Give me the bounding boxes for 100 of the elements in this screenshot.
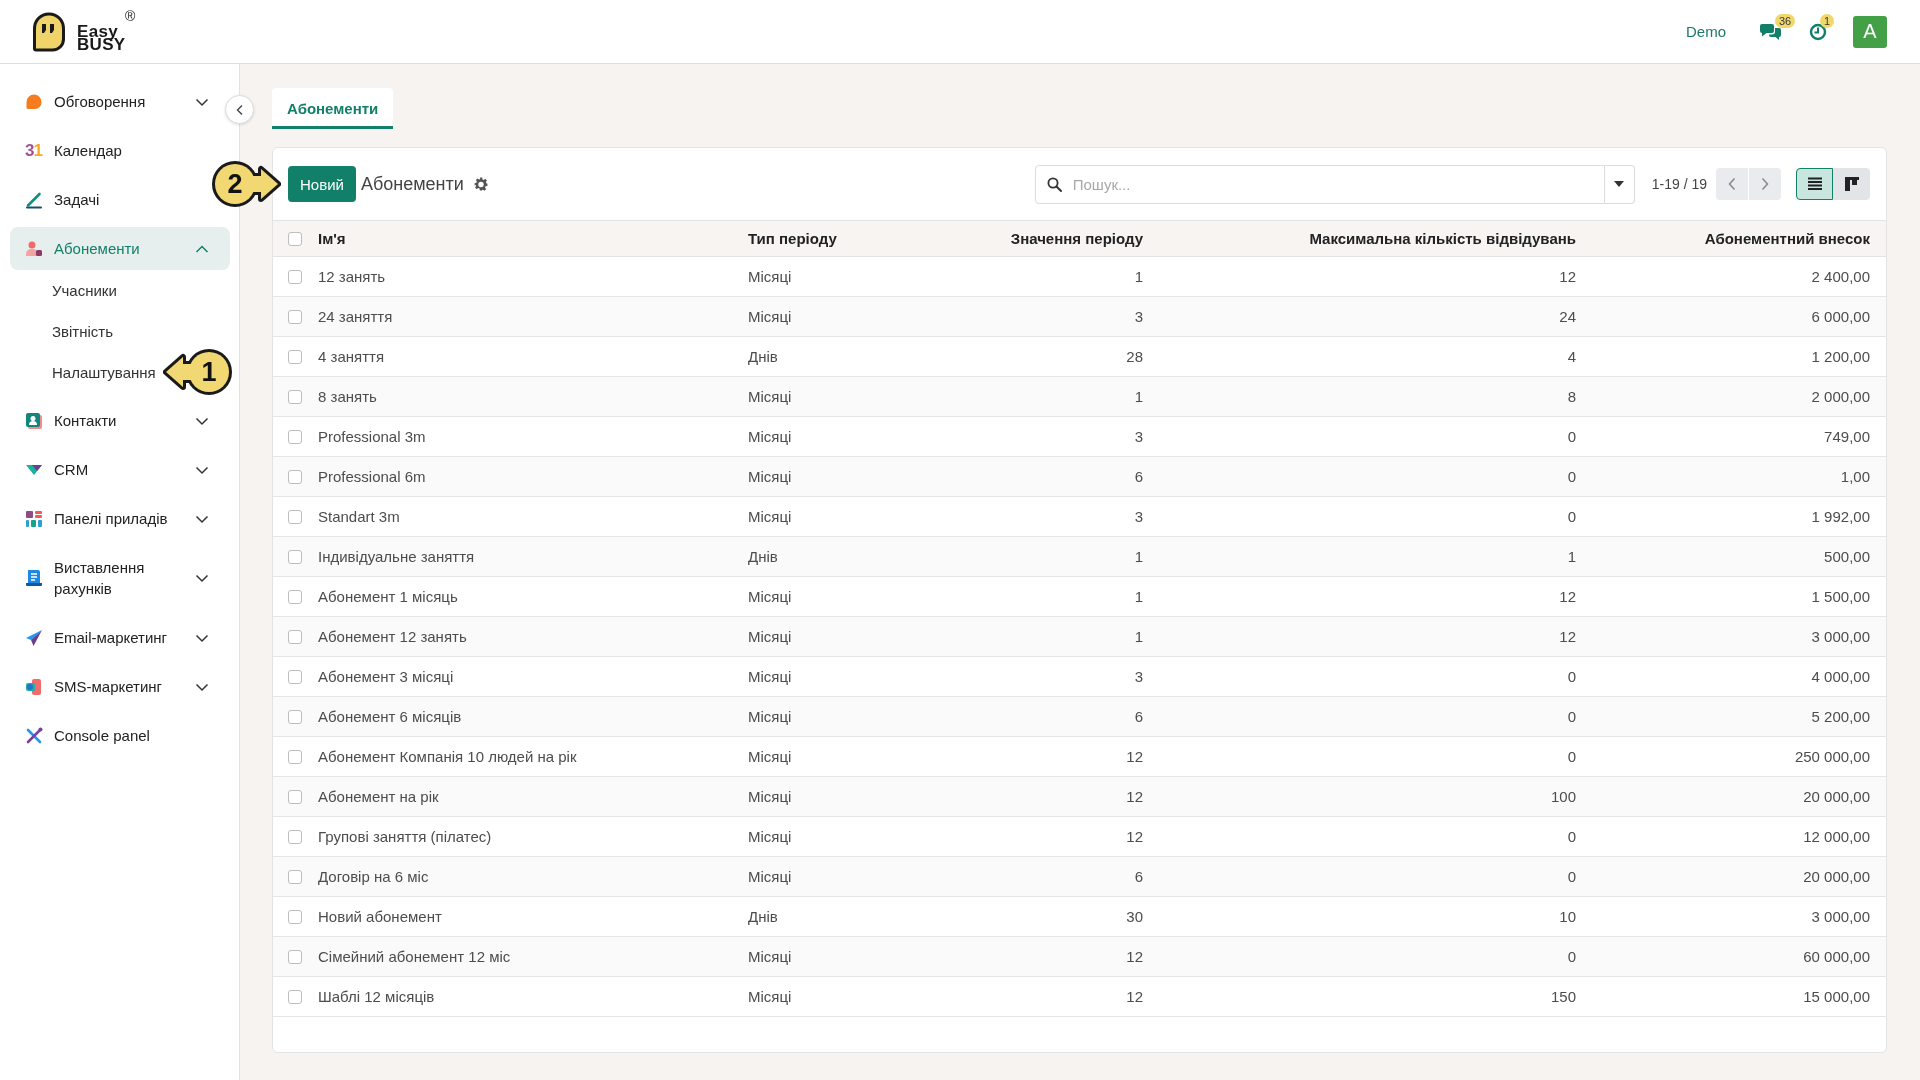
checkbox[interactable] bbox=[288, 989, 302, 1004]
sidebar-item[interactable]: Виставлення рахунків bbox=[10, 546, 209, 610]
tab[interactable]: Абонементи bbox=[272, 88, 394, 129]
kanban-view-button[interactable] bbox=[1833, 168, 1870, 200]
table-row[interactable]: 8 занять Місяці 1 8 2 000,00 bbox=[273, 377, 1886, 417]
checkbox[interactable] bbox=[288, 669, 302, 684]
next-page-button[interactable] bbox=[1749, 168, 1781, 200]
column-header[interactable]: Тип періоду bbox=[748, 230, 950, 247]
checkbox[interactable] bbox=[288, 709, 302, 724]
table-cell: 100 bbox=[1550, 788, 1576, 805]
contact-card-icon bbox=[25, 411, 43, 430]
table-row[interactable]: Абонемент 12 занять Місяці 1 12 3 000,00 bbox=[273, 617, 1886, 657]
table-cell: 20 000,00 bbox=[1803, 788, 1870, 805]
table-cell-text: Місяці bbox=[748, 868, 793, 885]
sidebar-subitem[interactable]: Учасники bbox=[10, 270, 117, 311]
table-cell: 30 bbox=[1126, 908, 1143, 925]
sidebar-item[interactable]: 31 Календар bbox=[10, 129, 209, 172]
column-header[interactable]: Ім'я bbox=[318, 230, 748, 247]
sidebar-item[interactable]: CRM bbox=[10, 448, 209, 491]
table-cell: 12 bbox=[1126, 788, 1143, 805]
search-options-button[interactable] bbox=[1604, 164, 1635, 204]
checkbox[interactable] bbox=[288, 349, 302, 364]
table-cell: 1 bbox=[1134, 388, 1143, 405]
sidebar-item[interactable]: Обговорення bbox=[10, 80, 209, 123]
table-cell: 749,00 bbox=[1824, 428, 1870, 445]
checkbox[interactable] bbox=[288, 869, 302, 884]
table-row[interactable]: Абонемент на рік Місяці 12 100 20 000,00 bbox=[273, 777, 1886, 817]
sidebar-item[interactable]: Email-маркетинг bbox=[10, 616, 209, 659]
checkbox[interactable] bbox=[288, 269, 302, 284]
checkbox[interactable] bbox=[288, 309, 302, 324]
sidebar-item[interactable]: SMS-маркетинг bbox=[10, 665, 209, 708]
checkbox[interactable] bbox=[288, 589, 302, 604]
table-cell: 12 000,00 bbox=[1803, 828, 1870, 845]
table-cell-text: Днів bbox=[748, 908, 779, 925]
table-cell-text: Professional 6m bbox=[318, 468, 427, 485]
new-button[interactable]: Новий bbox=[288, 166, 356, 202]
table-row[interactable]: Індивідуальне заняття Днів 1 1 500,00 bbox=[273, 537, 1886, 577]
checkbox[interactable] bbox=[288, 549, 302, 564]
table-cell: 0 bbox=[1567, 508, 1576, 525]
logo-text: BUSY bbox=[77, 37, 126, 51]
checkbox[interactable] bbox=[288, 231, 302, 246]
table-cell-text: Місяці bbox=[748, 988, 793, 1005]
table-row[interactable]: Абонемент 6 місяців Місяці 6 0 5 200,00 bbox=[273, 697, 1886, 737]
sidebar-item[interactable]: Задачі bbox=[10, 178, 209, 221]
sidebar-item[interactable]: Console panel bbox=[10, 714, 209, 757]
column-header[interactable]: Абонементний внесок bbox=[1704, 230, 1870, 247]
table-cell: 0 bbox=[1567, 948, 1576, 965]
table-cell: 6 bbox=[1134, 468, 1143, 485]
table-cell: 1 500,00 bbox=[1811, 588, 1870, 605]
chat-icon[interactable] bbox=[1760, 22, 1781, 41]
step-callout: 1 bbox=[163, 349, 233, 395]
table-cell: 12 bbox=[1559, 588, 1576, 605]
checkbox[interactable] bbox=[288, 469, 302, 484]
table-cell: 0 bbox=[1567, 748, 1576, 765]
table-row[interactable]: Professional 6m Місяці 6 0 1,00 bbox=[273, 457, 1886, 497]
table-cell-text: Professional 3m bbox=[318, 428, 427, 445]
sidebar-subitem[interactable]: Налаштування bbox=[10, 352, 156, 393]
list-view-button[interactable] bbox=[1796, 168, 1833, 200]
sidebar-item[interactable]: Панелі приладів bbox=[10, 497, 209, 540]
table-cell: 4 000,00 bbox=[1811, 668, 1870, 685]
gear-icon[interactable] bbox=[473, 177, 488, 191]
chevron-left-icon bbox=[1727, 177, 1737, 191]
clock-icon[interactable] bbox=[1809, 22, 1827, 41]
table-row[interactable]: 24 заняття Місяці 3 24 6 000,00 bbox=[273, 297, 1886, 337]
table-row[interactable]: Договір на 6 міс Місяці 6 0 20 000,00 bbox=[273, 857, 1886, 897]
checkbox[interactable] bbox=[288, 829, 302, 844]
checkbox[interactable] bbox=[288, 749, 302, 764]
chevron-right-icon bbox=[1760, 177, 1770, 191]
tools-icon bbox=[25, 726, 43, 745]
table-cell: 12 bbox=[1126, 828, 1143, 845]
table-cell: 3 bbox=[1134, 668, 1143, 685]
column-header[interactable]: Максимальна кількість відвідувань bbox=[1309, 230, 1576, 247]
table-cell-text: 4 заняття bbox=[318, 348, 385, 365]
checkbox[interactable] bbox=[288, 789, 302, 804]
checkbox[interactable] bbox=[288, 509, 302, 524]
column-header[interactable]: Значення періоду bbox=[1010, 230, 1143, 247]
step-callout: 2 bbox=[211, 161, 281, 207]
table-row[interactable]: Сімейний абонемент 12 міс Місяці 12 0 60 000,00 bbox=[273, 937, 1886, 977]
table-cell-text: Місяці bbox=[748, 308, 793, 325]
previous-page-button[interactable] bbox=[1716, 168, 1748, 200]
sidebar-item[interactable]: Контакти bbox=[10, 399, 209, 442]
table-cell-text: Шаблі 12 місяців bbox=[318, 988, 436, 1005]
paper-plane-icon bbox=[25, 628, 43, 647]
table-row[interactable]: Шаблі 12 місяців Місяці 12 150 15 000,00 bbox=[273, 977, 1886, 1017]
checkbox[interactable] bbox=[288, 909, 302, 924]
table-cell: 6 000,00 bbox=[1811, 308, 1870, 325]
sidebar-item[interactable]: Абонементи bbox=[10, 227, 230, 270]
table-cell: 150 bbox=[1550, 988, 1576, 1005]
logo-text: Easy bbox=[77, 24, 118, 38]
table-cell-text: Абонемент Компанія 10 людей на рік bbox=[318, 748, 578, 765]
checkbox[interactable] bbox=[288, 389, 302, 404]
table-cell: 1 bbox=[1567, 548, 1576, 565]
dashboard-icon bbox=[25, 509, 43, 528]
table-cell: 1 bbox=[1134, 548, 1143, 565]
sidebar-subitem[interactable]: Звітність bbox=[10, 311, 114, 352]
checkbox[interactable] bbox=[288, 629, 302, 644]
checkbox[interactable] bbox=[288, 949, 302, 964]
company-switcher[interactable]: Demo bbox=[1686, 23, 1726, 40]
checkbox[interactable] bbox=[288, 429, 302, 444]
table-cell-text: Індивідуальне заняття bbox=[318, 548, 476, 565]
